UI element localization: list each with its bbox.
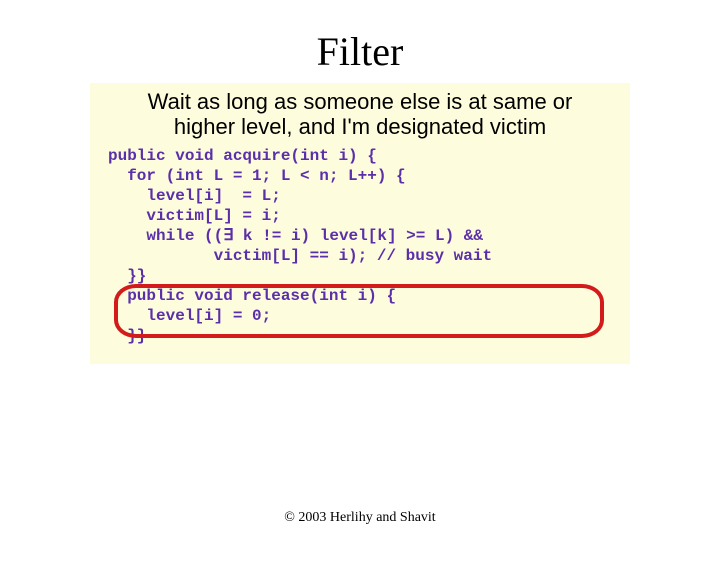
code-line-6: victim[L] == i); // busy wait [108,247,492,265]
code-line-8: public void release(int i) { [108,287,396,305]
code-line-4: victim[L] = i; [108,207,281,225]
exists-symbol: ∃ [223,227,233,245]
slide-title: Filter [0,28,720,75]
code-line-1: public void acquire(int i) { [108,147,377,165]
explain-line-2: higher level, and I'm designated victim [174,114,546,139]
code-listing: public void acquire(int i) { for (int L … [108,146,612,346]
code-line-10: }} [108,327,146,345]
code-line-2: for (int L = 1; L < n; L++) { [108,167,406,185]
code-line-9: level[i] = 0; [108,307,271,325]
code-line-5c: k != i) level[k] >= L) && [233,227,483,245]
code-line-5a: while (( [108,227,223,245]
explanation-text: Wait as long as someone else is at same … [108,89,612,140]
explain-line-1: Wait as long as someone else is at same … [148,89,573,114]
code-line-3: level[i] = L; [108,187,281,205]
copyright-footer: © 2003 Herlihy and Shavit [0,510,720,526]
code-container: Wait as long as someone else is at same … [90,83,630,364]
code-line-7: }} [108,267,146,285]
